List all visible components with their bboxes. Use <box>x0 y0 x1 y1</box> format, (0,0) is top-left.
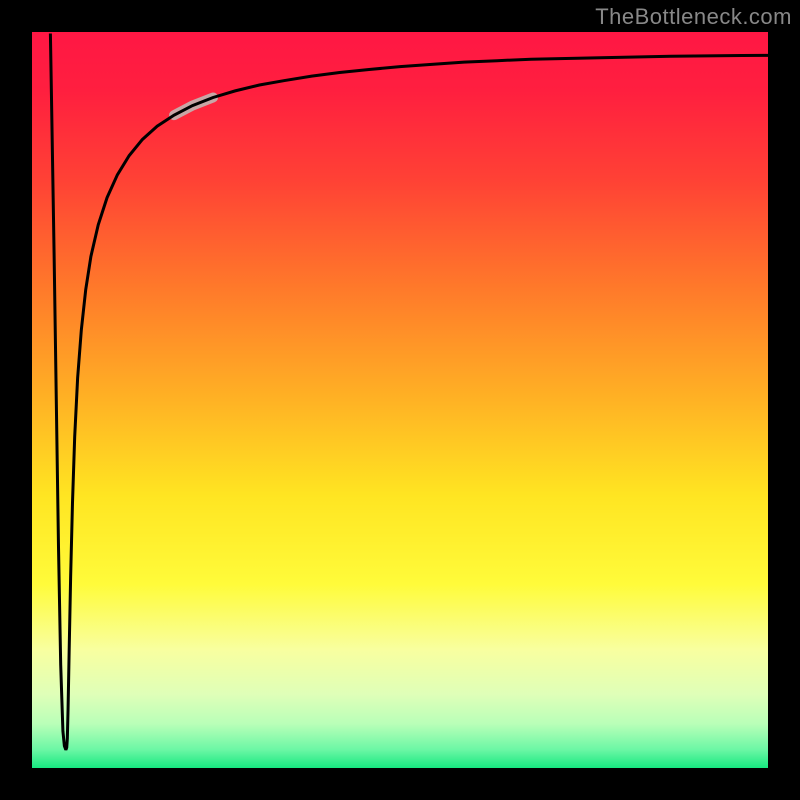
gradient-plot-area <box>32 32 768 768</box>
chart-svg <box>0 0 800 800</box>
bottleneck-chart: TheBottleneck.com <box>0 0 800 800</box>
watermark-text: TheBottleneck.com <box>595 4 792 30</box>
